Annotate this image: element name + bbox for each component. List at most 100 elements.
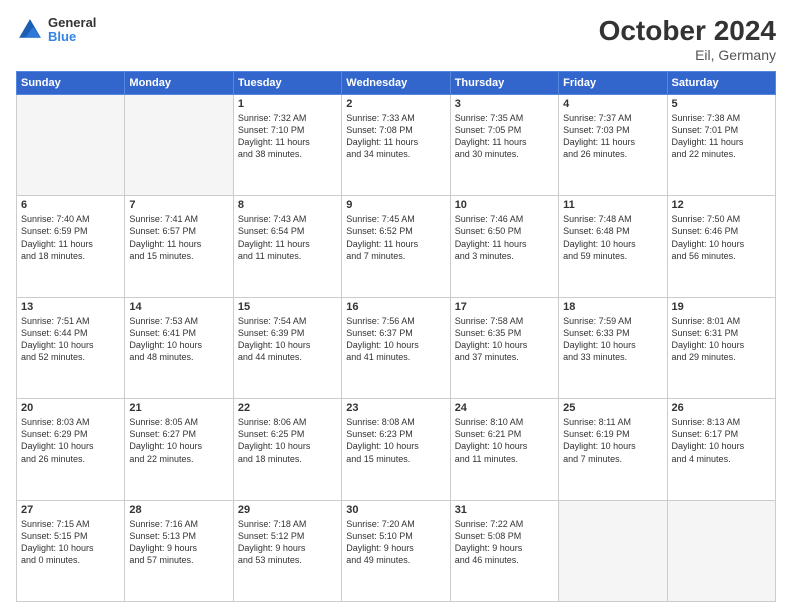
day-info: Sunrise: 7:50 AMSunset: 6:46 PMDaylight:… xyxy=(672,213,771,262)
calendar-cell: 20Sunrise: 8:03 AMSunset: 6:29 PMDayligh… xyxy=(17,399,125,500)
logo-line2: Blue xyxy=(48,30,96,44)
day-number: 11 xyxy=(563,199,662,211)
day-number: 22 xyxy=(238,402,337,414)
logo: General Blue xyxy=(16,16,96,45)
day-info: Sunrise: 7:38 AMSunset: 7:01 PMDaylight:… xyxy=(672,112,771,161)
day-number: 17 xyxy=(455,301,554,313)
day-info: Sunrise: 7:59 AMSunset: 6:33 PMDaylight:… xyxy=(563,315,662,364)
day-number: 14 xyxy=(129,301,228,313)
week-row-4: 20Sunrise: 8:03 AMSunset: 6:29 PMDayligh… xyxy=(17,399,776,500)
day-info: Sunrise: 7:54 AMSunset: 6:39 PMDaylight:… xyxy=(238,315,337,364)
day-info: Sunrise: 8:05 AMSunset: 6:27 PMDaylight:… xyxy=(129,416,228,465)
calendar-cell: 31 Sunrise: 7:22 AMSunset: 5:08 PMDayligh… xyxy=(450,500,558,601)
day-info: Sunrise: 7:35 AMSunset: 7:05 PMDaylight:… xyxy=(455,112,554,161)
header-monday: Monday xyxy=(125,71,233,94)
day-number: 1 xyxy=(238,98,337,110)
day-info: Sunrise: 8:13 AMSunset: 6:17 PMDaylight:… xyxy=(672,416,771,465)
header-saturday: Saturday xyxy=(667,71,775,94)
day-info: Sunrise: 8:11 AMSunset: 6:19 PMDaylight:… xyxy=(563,416,662,465)
day-info: Sunrise: 7:40 AMSunset: 6:59 PMDaylight:… xyxy=(21,213,120,262)
day-number: 16 xyxy=(346,301,445,313)
calendar-cell: 25Sunrise: 8:11 AMSunset: 6:19 PMDayligh… xyxy=(559,399,667,500)
calendar-cell: 5 Sunrise: 7:38 AMSunset: 7:01 PMDaylight… xyxy=(667,94,775,195)
calendar-cell: 7Sunrise: 7:41 AMSunset: 6:57 PMDaylight… xyxy=(125,196,233,297)
calendar-cell: 12 Sunrise: 7:50 AMSunset: 6:46 PMDayligh… xyxy=(667,196,775,297)
day-number: 27 xyxy=(21,504,120,516)
day-info: Sunrise: 8:08 AMSunset: 6:23 PMDaylight:… xyxy=(346,416,445,465)
day-info: Sunrise: 7:22 AMSunset: 5:08 PMDaylight:… xyxy=(455,518,554,567)
day-number: 20 xyxy=(21,402,120,414)
day-number: 18 xyxy=(563,301,662,313)
day-info: Sunrise: 8:01 AMSunset: 6:31 PMDaylight:… xyxy=(672,315,771,364)
day-info: Sunrise: 7:45 AMSunset: 6:52 PMDaylight:… xyxy=(346,213,445,262)
logo-line1: General xyxy=(48,16,96,30)
calendar-cell: 27 Sunrise: 7:15 AMSunset: 5:15 PMDayligh… xyxy=(17,500,125,601)
calendar-cell: 23 Sunrise: 8:08 AMSunset: 6:23 PMDayligh… xyxy=(342,399,450,500)
calendar-cell: 13Sunrise: 7:51 AMSunset: 6:44 PMDayligh… xyxy=(17,297,125,398)
day-number: 31 xyxy=(455,504,554,516)
day-number: 5 xyxy=(672,98,771,110)
week-row-2: 6 Sunrise: 7:40 AMSunset: 6:59 PMDaylight… xyxy=(17,196,776,297)
logo-text: General Blue xyxy=(48,16,96,45)
day-number: 13 xyxy=(21,301,120,313)
calendar-cell: 2 Sunrise: 7:33 AMSunset: 7:08 PMDaylight… xyxy=(342,94,450,195)
day-info: Sunrise: 7:18 AMSunset: 5:12 PMDaylight:… xyxy=(238,518,337,567)
header: General Blue October 2024 Eil, Germany xyxy=(16,16,776,63)
calendar-cell xyxy=(559,500,667,601)
day-number: 24 xyxy=(455,402,554,414)
day-number: 12 xyxy=(672,199,771,211)
calendar-cell: 30Sunrise: 7:20 AMSunset: 5:10 PMDayligh… xyxy=(342,500,450,601)
calendar-cell: 4Sunrise: 7:37 AMSunset: 7:03 PMDaylight… xyxy=(559,94,667,195)
header-tuesday: Tuesday xyxy=(233,71,341,94)
day-number: 3 xyxy=(455,98,554,110)
day-number: 6 xyxy=(21,199,120,211)
calendar-cell xyxy=(17,94,125,195)
header-friday: Friday xyxy=(559,71,667,94)
day-number: 26 xyxy=(672,402,771,414)
day-number: 21 xyxy=(129,402,228,414)
calendar-cell: 16 Sunrise: 7:56 AMSunset: 6:37 PMDayligh… xyxy=(342,297,450,398)
day-number: 9 xyxy=(346,199,445,211)
day-info: Sunrise: 8:06 AMSunset: 6:25 PMDaylight:… xyxy=(238,416,337,465)
week-row-5: 27 Sunrise: 7:15 AMSunset: 5:15 PMDayligh… xyxy=(17,500,776,601)
calendar-table: Sunday Monday Tuesday Wednesday Thursday… xyxy=(16,71,776,602)
day-number: 29 xyxy=(238,504,337,516)
calendar-cell: 21 Sunrise: 8:05 AMSunset: 6:27 PMDayligh… xyxy=(125,399,233,500)
day-info: Sunrise: 7:43 AMSunset: 6:54 PMDaylight:… xyxy=(238,213,337,262)
day-info: Sunrise: 7:48 AMSunset: 6:48 PMDaylight:… xyxy=(563,213,662,262)
calendar-cell: 1 Sunrise: 7:32 AMSunset: 7:10 PMDaylight… xyxy=(233,94,341,195)
calendar-cell xyxy=(125,94,233,195)
day-info: Sunrise: 7:56 AMSunset: 6:37 PMDaylight:… xyxy=(346,315,445,364)
header-thursday: Thursday xyxy=(450,71,558,94)
day-info: Sunrise: 8:10 AMSunset: 6:21 PMDaylight:… xyxy=(455,416,554,465)
calendar-cell: 28Sunrise: 7:16 AMSunset: 5:13 PMDayligh… xyxy=(125,500,233,601)
day-info: Sunrise: 7:46 AMSunset: 6:50 PMDaylight:… xyxy=(455,213,554,262)
calendar-cell: 26 Sunrise: 8:13 AMSunset: 6:17 PMDayligh… xyxy=(667,399,775,500)
calendar-cell: 3 Sunrise: 7:35 AMSunset: 7:05 PMDaylight… xyxy=(450,94,558,195)
page: General Blue October 2024 Eil, Germany S… xyxy=(0,0,792,612)
calendar-header-row: Sunday Monday Tuesday Wednesday Thursday… xyxy=(17,71,776,94)
day-number: 2 xyxy=(346,98,445,110)
calendar-cell: 19Sunrise: 8:01 AMSunset: 6:31 PMDayligh… xyxy=(667,297,775,398)
day-info: Sunrise: 7:32 AMSunset: 7:10 PMDaylight:… xyxy=(238,112,337,161)
calendar-cell: 17Sunrise: 7:58 AMSunset: 6:35 PMDayligh… xyxy=(450,297,558,398)
day-number: 23 xyxy=(346,402,445,414)
title-area: October 2024 Eil, Germany xyxy=(599,16,776,63)
calendar-cell: 24 Sunrise: 8:10 AMSunset: 6:21 PMDayligh… xyxy=(450,399,558,500)
header-sunday: Sunday xyxy=(17,71,125,94)
calendar-cell: 10 Sunrise: 7:46 AMSunset: 6:50 PMDayligh… xyxy=(450,196,558,297)
week-row-3: 13Sunrise: 7:51 AMSunset: 6:44 PMDayligh… xyxy=(17,297,776,398)
day-number: 10 xyxy=(455,199,554,211)
calendar-cell: 18 Sunrise: 7:59 AMSunset: 6:33 PMDayligh… xyxy=(559,297,667,398)
day-info: Sunrise: 7:53 AMSunset: 6:41 PMDaylight:… xyxy=(129,315,228,364)
header-wednesday: Wednesday xyxy=(342,71,450,94)
calendar-cell: 8Sunrise: 7:43 AMSunset: 6:54 PMDaylight… xyxy=(233,196,341,297)
day-info: Sunrise: 7:16 AMSunset: 5:13 PMDaylight:… xyxy=(129,518,228,567)
day-info: Sunrise: 7:33 AMSunset: 7:08 PMDaylight:… xyxy=(346,112,445,161)
calendar-cell xyxy=(667,500,775,601)
calendar-cell: 14 Sunrise: 7:53 AMSunset: 6:41 PMDayligh… xyxy=(125,297,233,398)
day-info: Sunrise: 7:15 AMSunset: 5:15 PMDaylight:… xyxy=(21,518,120,567)
day-info: Sunrise: 7:20 AMSunset: 5:10 PMDaylight:… xyxy=(346,518,445,567)
calendar-cell: 6 Sunrise: 7:40 AMSunset: 6:59 PMDaylight… xyxy=(17,196,125,297)
logo-icon xyxy=(16,16,44,44)
